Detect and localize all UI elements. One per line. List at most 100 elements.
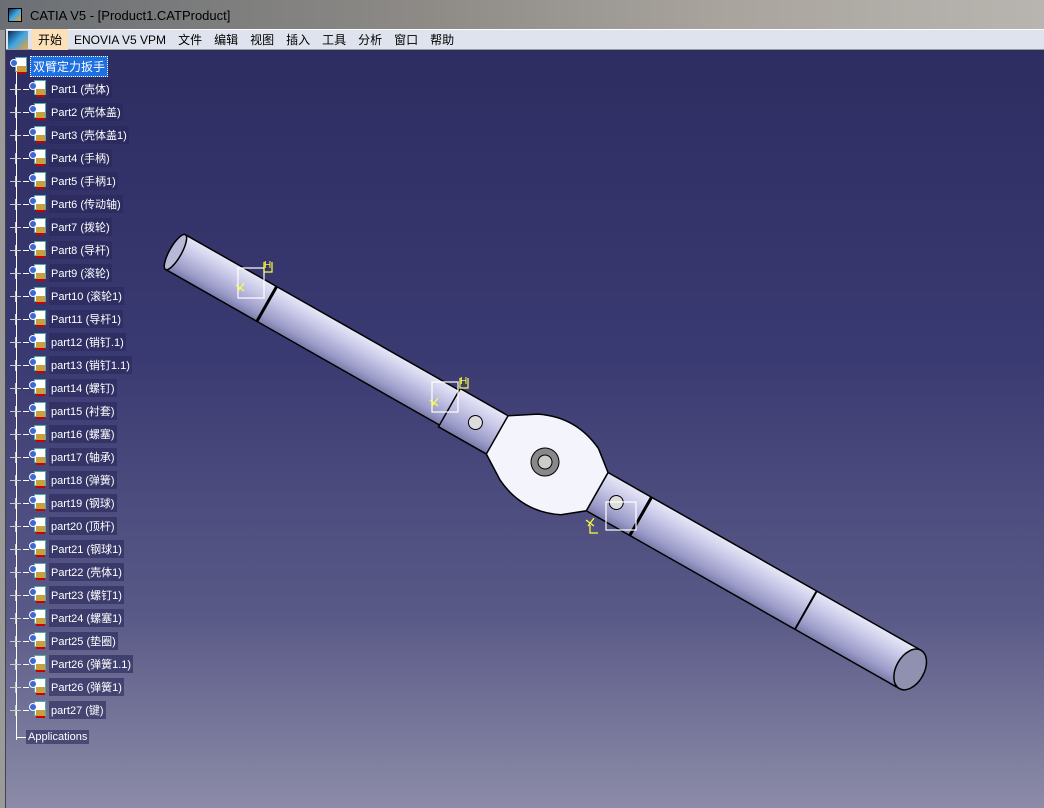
tree-node-part[interactable]: Part1 (壳体) (10, 79, 112, 99)
part-icon (29, 632, 47, 650)
part-icon (29, 103, 47, 121)
tree-node-label: Part4 (手柄) (49, 149, 112, 167)
tree-node-part[interactable]: part18 (弹簧) (10, 470, 117, 490)
tree-node-part[interactable]: part15 (衬套) (10, 401, 117, 421)
part-icon (29, 287, 47, 305)
tree-node-part[interactable]: Part2 (壳体盖) (10, 102, 123, 122)
tree-node-part[interactable]: Part7 (拨轮) (10, 217, 112, 237)
wrench-model[interactable]: H H (0, 0, 1044, 808)
tree-node-label: part17 (轴承) (49, 448, 117, 466)
tree-node-label: Part21 (钢球1) (49, 540, 124, 558)
part-icon (29, 517, 47, 535)
tree-node-part[interactable]: Part21 (钢球1) (10, 539, 124, 559)
tree-node-part[interactable]: Part5 (手柄1) (10, 171, 118, 191)
tree-root[interactable]: 双臂定力扳手 (10, 55, 109, 77)
tree-node-part[interactable]: part12 (销钉.1) (10, 332, 126, 352)
expand-icon[interactable] (10, 336, 21, 348)
expand-icon[interactable] (10, 543, 21, 555)
tree-node-part[interactable]: Part4 (手柄) (10, 148, 112, 168)
part-icon (29, 609, 47, 627)
constraint-label: H (460, 376, 467, 387)
expand-icon[interactable] (10, 474, 21, 486)
tree-node-label: Part26 (弹簧1.1) (49, 655, 134, 673)
expand-icon[interactable] (10, 451, 21, 463)
expand-icon[interactable] (10, 175, 21, 187)
tree-node-part[interactable]: Part22 (壳体1) (10, 562, 124, 582)
tree-node-label: Part9 (滚轮) (49, 264, 112, 282)
expand-icon[interactable] (10, 221, 21, 233)
expand-icon[interactable] (10, 612, 21, 624)
tree-node-label: Part5 (手柄1) (49, 172, 118, 190)
tree-node-part[interactable]: Part26 (弹簧1) (10, 677, 124, 697)
tree-node-part[interactable]: part13 (销钉1.1) (10, 355, 132, 375)
tree-node-label: part27 (键) (49, 701, 106, 719)
tree-node-label: part20 (顶杆) (49, 517, 117, 535)
expand-icon[interactable] (10, 83, 21, 95)
tree-node-part[interactable]: part16 (螺塞) (10, 424, 117, 444)
tree-node-part[interactable]: part14 (螺钉) (10, 378, 117, 398)
part-icon (29, 425, 47, 443)
tree-node-part[interactable]: Part11 (导杆1) (10, 309, 124, 329)
expand-icon[interactable] (10, 635, 21, 647)
tree-node-label: Part1 (壳体) (49, 80, 112, 98)
tree-node-part[interactable]: Part23 (螺钉1) (10, 585, 124, 605)
part-icon (29, 655, 47, 673)
expand-icon[interactable] (10, 267, 21, 279)
applications-label: Applications (26, 730, 90, 744)
part-icon (29, 241, 47, 259)
tree-node-label: Part24 (螺塞1) (49, 609, 124, 627)
part-icon (29, 678, 47, 696)
tree-node-label: part18 (弹簧) (49, 471, 117, 489)
part-icon (29, 586, 47, 604)
tree-node-part[interactable]: Part26 (弹簧1.1) (10, 654, 134, 674)
expand-icon[interactable] (10, 152, 21, 164)
tree-node-part[interactable]: Part8 (导杆) (10, 240, 112, 260)
tree-node-label: part15 (衬套) (49, 402, 117, 420)
expand-icon[interactable] (10, 428, 21, 440)
tree-node-part[interactable]: part19 (钢球) (10, 493, 117, 513)
tree-node-label: Part10 (滚轮1) (49, 287, 124, 305)
expand-icon[interactable] (10, 359, 21, 371)
part-icon (29, 333, 47, 351)
expand-icon[interactable] (10, 681, 21, 693)
tree-node-part[interactable]: Part9 (滚轮) (10, 263, 112, 283)
part-icon (29, 149, 47, 167)
expand-icon[interactable] (10, 497, 21, 509)
tree-node-label: Part11 (导杆1) (49, 310, 124, 328)
expand-icon[interactable] (10, 520, 21, 532)
part-icon (29, 310, 47, 328)
tree-node-label: part12 (销钉.1) (49, 333, 126, 351)
expand-icon[interactable] (10, 382, 21, 394)
expand-icon[interactable] (10, 405, 21, 417)
tree-node-part[interactable]: Part24 (螺塞1) (10, 608, 124, 628)
tree-node-part[interactable]: part20 (顶杆) (10, 516, 117, 536)
tree-node-part[interactable]: Part25 (垫圈) (10, 631, 118, 651)
tree-node-label: Part22 (壳体1) (49, 563, 124, 581)
expand-icon[interactable] (10, 658, 21, 670)
part-icon (29, 701, 47, 719)
tree-node-part[interactable]: part17 (轴承) (10, 447, 117, 467)
part-icon (29, 448, 47, 466)
tree-node-label: Part8 (导杆) (49, 241, 112, 259)
expand-icon[interactable] (10, 704, 21, 716)
tree-node-part[interactable]: Part3 (壳体盖1) (10, 125, 129, 145)
expand-icon[interactable] (10, 106, 21, 118)
part-icon (29, 195, 47, 213)
expand-icon[interactable] (10, 198, 21, 210)
expand-icon[interactable] (10, 313, 21, 325)
part-icon (29, 379, 47, 397)
expand-icon[interactable] (10, 589, 21, 601)
expand-icon[interactable] (10, 566, 21, 578)
tree-node-part[interactable]: Part6 (传动轴) (10, 194, 123, 214)
tree-node-label: part13 (销钉1.1) (49, 356, 132, 374)
tree-node-part[interactable]: Part10 (滚轮1) (10, 286, 124, 306)
expand-icon[interactable] (10, 290, 21, 302)
tree-node-part[interactable]: part27 (键) (10, 700, 106, 720)
expand-icon[interactable] (10, 244, 21, 256)
part-icon (29, 356, 47, 374)
tree-node-label: Part3 (壳体盖1) (49, 126, 129, 144)
tree-applications[interactable]: Applications (16, 730, 90, 744)
part-icon (29, 563, 47, 581)
part-icon (29, 80, 47, 98)
expand-icon[interactable] (10, 129, 21, 141)
